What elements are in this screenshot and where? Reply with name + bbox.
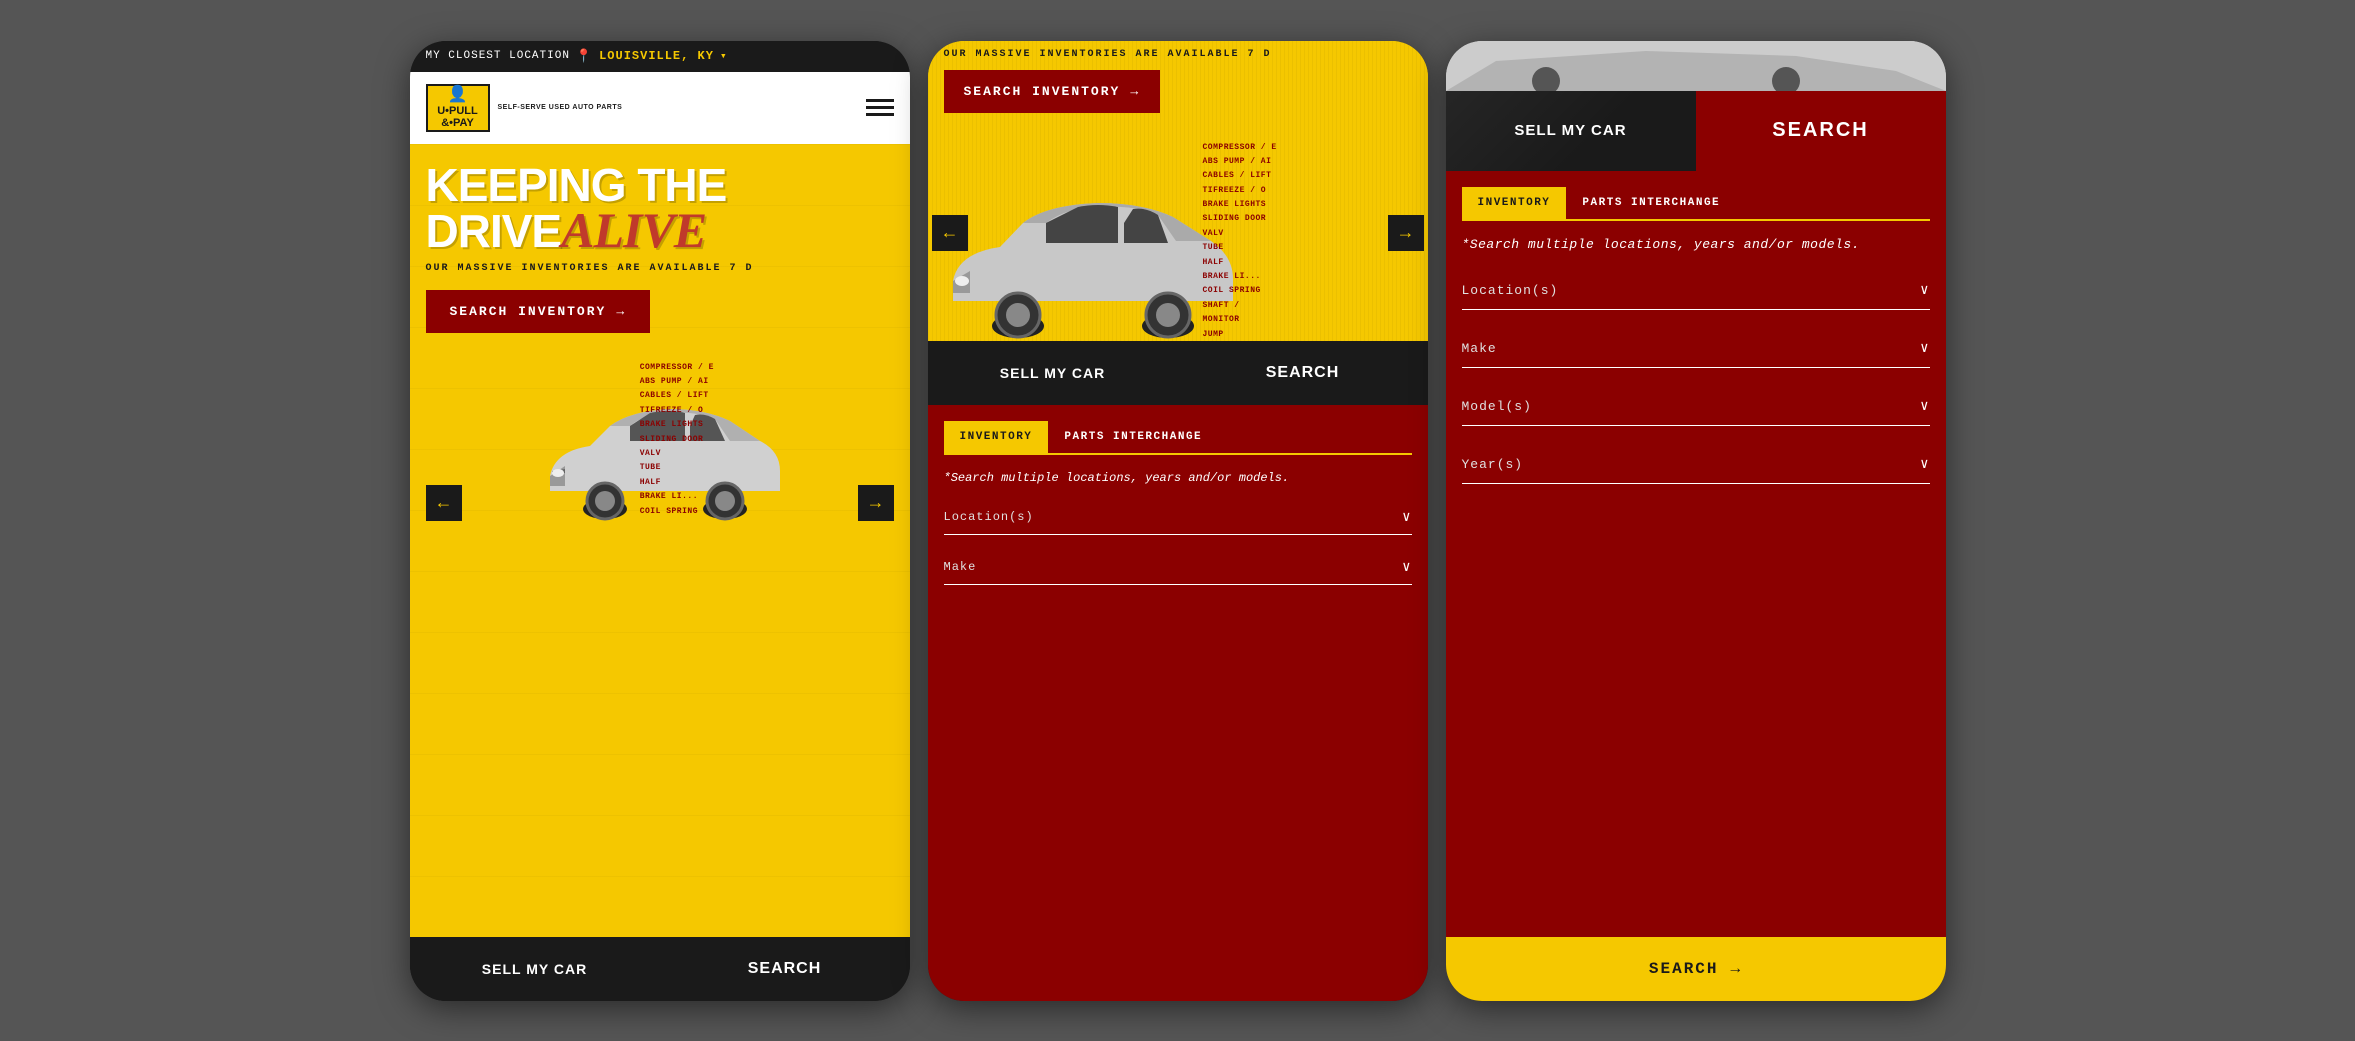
location-pin-icon: 📍 xyxy=(576,49,593,64)
tab-parts-2[interactable]: PARTS INTERCHANGE xyxy=(1048,421,1218,453)
search-header-label: SEARCH xyxy=(1772,119,1868,142)
bottom-bar-2: SELL MY CAR SEARCH xyxy=(928,341,1428,405)
car-image: COMPRESSOR / E ABS PUMP / AI CABLES / LI… xyxy=(462,361,858,521)
year-dropdown-3[interactable]: Year(s) ∨ xyxy=(1462,446,1930,484)
tab-parts-label-3: PARTS INTERCHANGE xyxy=(1582,197,1720,209)
sell-my-car-label: SELL MY CAR xyxy=(482,961,587,977)
tab-parts-3[interactable]: PARTS INTERCHANGE xyxy=(1566,187,1736,219)
tab-parts-label-2: PARTS INTERCHANGE xyxy=(1064,431,1202,443)
hero-subtitle-2: OUR MASSIVE INVENTORIES ARE AVAILABLE 7 … xyxy=(944,49,1412,60)
search-button-2[interactable]: SEARCH xyxy=(1178,341,1428,405)
model-chevron-icon-3: ∨ xyxy=(1920,398,1929,415)
next-arrow-icon: → xyxy=(867,492,885,513)
year-chevron-icon-3: ∨ xyxy=(1920,456,1929,473)
search-hint-3: *Search multiple locations, years and/or… xyxy=(1462,237,1930,252)
search-button[interactable]: SEARCH xyxy=(660,937,910,1001)
parts-list-overlay: COMPRESSOR / E ABS PUMP / AI CABLES / LI… xyxy=(640,361,858,521)
model-dropdown-3[interactable]: Model(s) ∨ xyxy=(1462,388,1930,426)
carousel-prev-button-2[interactable]: ← xyxy=(932,215,968,251)
make-label-2: Make xyxy=(944,560,977,574)
carousel-nav: ← → xyxy=(928,215,1428,251)
sell-my-car-label-2: SELL MY CAR xyxy=(1000,365,1105,381)
prev-arrow-icon-2: ← xyxy=(941,222,959,243)
hamburger-line-2 xyxy=(866,106,894,109)
search-submit-arrow-icon: → xyxy=(1731,960,1743,978)
search-submit-button[interactable]: SEARCH → xyxy=(1446,937,1946,1001)
car-preview-3 xyxy=(1446,41,1946,91)
tab-bar-3: INVENTORY PARTS INTERCHANGE xyxy=(1462,187,1930,221)
next-arrow-icon-2: → xyxy=(1397,222,1415,243)
nav-bar: 👤 U•PULL &•PAY SELF-SERVE USED AUTO PART… xyxy=(410,72,910,144)
carousel-next-button[interactable]: → xyxy=(858,485,894,521)
hero-alive-text: ALIVE xyxy=(561,202,706,258)
search-submit-label: SEARCH xyxy=(1649,960,1719,978)
top-header-3: SELL MY CAR SEARCH xyxy=(1446,91,1946,171)
hero-title: KEEPING THE DRIVEALIVE xyxy=(426,164,894,255)
tab-inventory-label-2: INVENTORY xyxy=(960,431,1033,443)
hero-section: KEEPING THE DRIVEALIVE OUR MASSIVE INVEN… xyxy=(410,144,910,937)
hero-top-2: OUR MASSIVE INVENTORIES ARE AVAILABLE 7 … xyxy=(928,41,1428,341)
prev-arrow-icon: ← xyxy=(435,492,453,513)
year-label-3: Year(s) xyxy=(1462,457,1524,472)
location-dropdown-3[interactable]: Location(s) ∨ xyxy=(1462,272,1930,310)
make-dropdown-3[interactable]: Make ∨ xyxy=(1462,330,1930,368)
search-inventory-button[interactable]: SEARCH INVENTORY → xyxy=(426,290,651,333)
location-label-3: Location(s) xyxy=(1462,283,1559,298)
logo-icon: 👤 xyxy=(448,86,468,104)
tab-inventory-3[interactable]: INVENTORY xyxy=(1462,187,1567,219)
search-panel-3: INVENTORY PARTS INTERCHANGE *Search mult… xyxy=(1446,171,1946,937)
phone-frame-3: SELL MY CAR SEARCH INVENTORY PARTS INTER… xyxy=(1446,41,1946,1001)
search-label: SEARCH xyxy=(748,960,822,978)
phone-frame-1: MY CLOSEST LOCATION 📍 LOUISVILLE, KY ▾ 👤… xyxy=(410,41,910,1001)
tab-inventory-label-3: INVENTORY xyxy=(1478,197,1551,209)
logo-box: 👤 U•PULL &•PAY xyxy=(426,84,490,132)
tab-inventory-2[interactable]: INVENTORY xyxy=(944,421,1049,453)
logo-line2: &•PAY xyxy=(441,117,474,129)
sell-my-car-header-button[interactable]: SELL MY CAR xyxy=(1446,91,1696,171)
phone-frame-2: OUR MASSIVE INVENTORIES ARE AVAILABLE 7 … xyxy=(928,41,1428,1001)
car-preview-svg xyxy=(1446,41,1946,91)
search-arrow-icon: → xyxy=(616,304,626,319)
location-label-2: Location(s) xyxy=(944,510,1034,524)
logo-line1: U•PULL xyxy=(437,105,478,117)
car-svg-2 xyxy=(928,181,1248,341)
hero-car-area: ← xyxy=(426,341,894,521)
top-bar-prefix: MY CLOSEST LOCATION xyxy=(426,50,570,62)
hero-title-line2: DRIVE xyxy=(426,205,562,257)
make-chevron-icon-2: ∨ xyxy=(1402,559,1411,576)
search-inv-label-2: SEARCH INVENTORY xyxy=(964,84,1121,99)
tab-bar-2: INVENTORY PARTS INTERCHANGE xyxy=(944,421,1412,455)
logo-subtitle: SELF-SERVE USED AUTO PARTS xyxy=(498,104,623,111)
search-header-button[interactable]: SEARCH xyxy=(1696,91,1946,171)
parts-list-text: COMPRESSOR / E ABS PUMP / AI CABLES / LI… xyxy=(640,361,858,521)
carousel-prev-button[interactable]: ← xyxy=(426,485,462,521)
carousel-next-button-2[interactable]: → xyxy=(1388,215,1424,251)
make-dropdown-2[interactable]: Make ∨ xyxy=(944,551,1412,585)
sell-my-car-button-2[interactable]: SELL MY CAR xyxy=(928,341,1178,405)
sell-my-car-button[interactable]: SELL MY CAR xyxy=(410,937,660,1001)
location-dropdown-2[interactable]: Location(s) ∨ xyxy=(944,501,1412,535)
model-label-3: Model(s) xyxy=(1462,399,1532,414)
location-chevron-icon-3: ∨ xyxy=(1920,282,1929,299)
logo-area: 👤 U•PULL &•PAY SELF-SERVE USED AUTO PART… xyxy=(426,84,623,132)
top-location-bar[interactable]: MY CLOSEST LOCATION 📍 LOUISVILLE, KY ▾ xyxy=(410,41,910,72)
make-chevron-icon-3: ∨ xyxy=(1920,340,1929,357)
hamburger-line-1 xyxy=(866,99,894,102)
search-panel-2: INVENTORY PARTS INTERCHANGE *Search mult… xyxy=(928,405,1428,1001)
bottom-bar: SELL MY CAR SEARCH xyxy=(410,937,910,1001)
hamburger-line-3 xyxy=(866,113,894,116)
location-chevron-icon-2: ∨ xyxy=(1402,509,1411,526)
hero-subtitle: OUR MASSIVE INVENTORIES ARE AVAILABLE 7 … xyxy=(426,263,894,274)
hamburger-menu[interactable] xyxy=(866,99,894,116)
search-hint-2: *Search multiple locations, years and/or… xyxy=(944,471,1412,485)
sell-my-car-header-label: SELL MY CAR xyxy=(1514,122,1626,139)
make-label-3: Make xyxy=(1462,341,1497,356)
search-inventory-button-2[interactable]: SEARCH INVENTORY → xyxy=(944,70,1161,113)
location-text: LOUISVILLE, KY xyxy=(599,49,714,63)
search-label-2: SEARCH xyxy=(1266,364,1340,382)
location-chevron-icon: ▾ xyxy=(720,49,728,63)
search-inventory-label: SEARCH INVENTORY xyxy=(450,304,607,319)
search-arrow-icon-2: → xyxy=(1130,84,1140,99)
